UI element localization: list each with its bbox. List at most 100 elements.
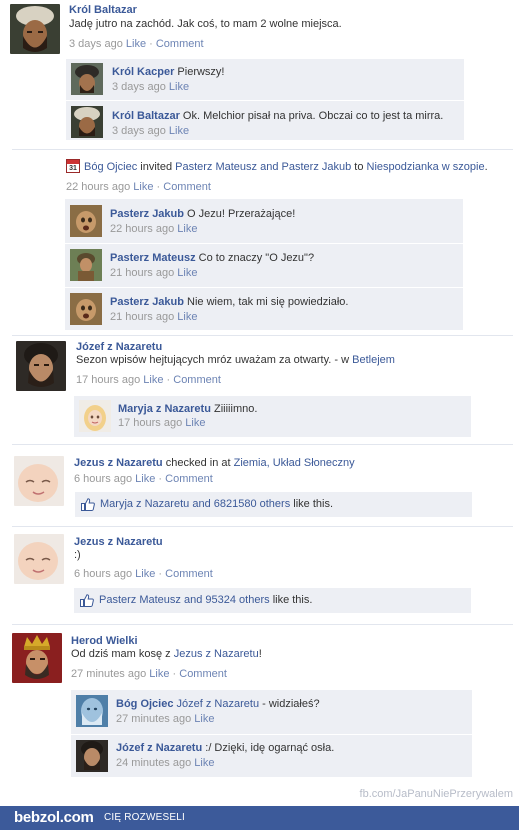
comment-text: Co to znaczy "O Jezu"?	[198, 252, 315, 264]
thumbs-up-icon	[81, 498, 95, 511]
likes-text: Maryja z Nazaretu and 6821580 others lik…	[100, 498, 333, 510]
comment-body: Józef z Nazaretu :/ Dzięki, idę ogarnąć …	[116, 741, 334, 755]
comment-meta: 3 days ago Like	[112, 124, 189, 138]
and-text: and	[260, 161, 279, 173]
comment-time[interactable]: 3 days ago	[112, 125, 166, 137]
post-author[interactable]: Jezus z Nazaretu	[74, 457, 163, 469]
post-time[interactable]: 6 hours ago	[74, 568, 132, 580]
comment-time[interactable]: 21 hours ago	[110, 267, 174, 279]
avatar-pasterz-mateusz[interactable]	[70, 249, 102, 281]
post-time[interactable]: 22 hours ago	[66, 181, 130, 193]
post-time[interactable]: 17 hours ago	[76, 374, 140, 386]
post-author[interactable]: Józef z Nazaretu	[76, 340, 162, 354]
avatar-krol-baltazar[interactable]	[10, 4, 60, 54]
avatar-jozef-z-nazaretu[interactable]	[76, 740, 108, 772]
comment-author[interactable]: Pasterz Mateusz	[110, 252, 196, 264]
footer-tagline: CIĘ ROZWESELI	[104, 812, 185, 823]
post-meta: 17 hours ago Like · Comment	[76, 374, 221, 386]
comment-time[interactable]: 3 days ago	[112, 81, 166, 93]
place-link[interactable]: Betlejem	[352, 354, 395, 366]
likes-others-link[interactable]: 95324 others	[205, 594, 269, 606]
avatar-krol-baltazar[interactable]	[71, 106, 103, 138]
comment-meta: 22 hours ago Like	[110, 222, 197, 236]
comment-author[interactable]: Józef z Nazaretu	[116, 742, 202, 754]
comment-link[interactable]: Comment	[165, 568, 213, 580]
post-author[interactable]: Jezus z Nazaretu	[74, 535, 163, 549]
likes-text: Pasterz Mateusz and 95324 others like th…	[99, 594, 312, 606]
post-author[interactable]: Herod Wielki	[71, 634, 138, 648]
comment-time[interactable]: 24 minutes ago	[116, 757, 191, 769]
comment-author[interactable]: Pasterz Jakub	[110, 208, 184, 220]
comment-like-link[interactable]: Like	[169, 81, 189, 93]
post-meta: 27 minutes ago Like · Comment	[71, 668, 227, 680]
comment-link[interactable]: Comment	[179, 668, 227, 680]
event-story: 31 Bóg Ojciec invited Pasterz Mateusz and…	[66, 159, 488, 174]
comment-divider	[66, 100, 464, 101]
comment-author[interactable]: Bóg Ojciec	[116, 698, 173, 710]
footer-logo[interactable]: bebzol.com	[14, 809, 94, 826]
comment-body: Maryja z Nazaretu Ziiiiimno.	[118, 402, 257, 416]
like-link[interactable]: Like	[149, 668, 169, 680]
comment-link[interactable]: Comment	[163, 181, 211, 193]
comment-author[interactable]: Pasterz Jakub	[110, 296, 184, 308]
post-separator	[12, 444, 513, 445]
actor-link[interactable]: Bóg Ojciec	[84, 161, 137, 173]
comment-like-link[interactable]: Like	[194, 757, 214, 769]
avatar-bog-ojciec[interactable]	[76, 695, 108, 727]
post-message: Jadę jutro na zachód. Jak coś, to mam 2 …	[69, 18, 342, 30]
likes-and-text: and	[183, 594, 203, 606]
like-link[interactable]: Like	[126, 38, 146, 50]
avatar-jezus-z-nazaretu[interactable]	[14, 534, 64, 584]
comment-author[interactable]: Maryja z Nazaretu	[118, 403, 211, 415]
comment-link[interactable]: Comment	[173, 374, 221, 386]
comment-text: Nie wiem, tak mi się powiedziało.	[187, 296, 349, 308]
comment-time[interactable]: 21 hours ago	[110, 311, 174, 323]
invitee-link[interactable]: Pasterz Jakub	[282, 161, 352, 173]
avatar-pasterz-jakub[interactable]	[70, 293, 102, 325]
likes-suffix: like this.	[272, 594, 313, 606]
like-link[interactable]: Like	[135, 473, 155, 485]
comment-like-link[interactable]: Like	[177, 267, 197, 279]
comment-body: Pasterz Mateusz Co to znaczy "O Jezu"?	[110, 251, 314, 265]
mention-link[interactable]: Jezus z Nazaretu	[174, 648, 259, 660]
avatar-jezus-z-nazaretu[interactable]	[14, 456, 64, 506]
comment-link[interactable]: Comment	[165, 473, 213, 485]
comment-like-link[interactable]: Like	[194, 713, 214, 725]
comment-like-link[interactable]: Like	[185, 417, 205, 429]
post-time[interactable]: 27 minutes ago	[71, 668, 146, 680]
place-link[interactable]: Ziemia, Układ Słoneczny	[234, 457, 355, 469]
likes-and-text: and	[192, 498, 211, 510]
avatar-jozef-z-nazaretu[interactable]	[16, 341, 66, 391]
comment-author[interactable]: Król Kacper	[112, 66, 174, 78]
like-link[interactable]: Like	[133, 181, 153, 193]
avatar-krol-kacper[interactable]	[71, 63, 103, 95]
like-link[interactable]: Like	[143, 374, 163, 386]
avatar-herod-wielki[interactable]	[12, 633, 62, 683]
comment-like-link[interactable]: Like	[177, 311, 197, 323]
comment-like-link[interactable]: Like	[169, 125, 189, 137]
liker-link[interactable]: Pasterz Mateusz	[99, 594, 181, 606]
comment-meta: 17 hours ago Like	[118, 416, 205, 430]
comment-time[interactable]: 17 hours ago	[118, 417, 182, 429]
avatar-pasterz-jakub[interactable]	[70, 205, 102, 237]
comment-author[interactable]: Król Baltazar	[112, 110, 180, 122]
post-time[interactable]: 3 days ago	[69, 38, 123, 50]
comment-text: Ziiiiimno.	[214, 403, 258, 415]
comment-divider	[65, 287, 463, 288]
post-time[interactable]: 6 hours ago	[74, 473, 132, 485]
event-link[interactable]: Niespodzianka w szopie	[367, 161, 485, 173]
comment-link[interactable]: Comment	[156, 38, 204, 50]
like-link[interactable]: Like	[135, 568, 155, 580]
liker-link[interactable]: Maryja z Nazaretu	[100, 498, 189, 510]
comment-text: O Jezu! Przerażające!	[187, 208, 296, 220]
comment-like-link[interactable]: Like	[177, 223, 197, 235]
mention-link[interactable]: Józef z Nazaretu	[177, 698, 260, 710]
comment-time[interactable]: 22 hours ago	[110, 223, 174, 235]
comment-meta: 27 minutes ago Like	[116, 712, 214, 726]
avatar-maryja-z-nazaretu[interactable]	[79, 400, 111, 432]
invitee-link[interactable]: Pasterz Mateusz	[175, 161, 257, 173]
message-text: Sezon wpisów hejtujących mróz uważam za …	[76, 354, 350, 366]
post-author[interactable]: Król Baltazar	[69, 3, 137, 17]
likes-others-link[interactable]: 6821580 others	[214, 498, 290, 510]
comment-time[interactable]: 27 minutes ago	[116, 713, 191, 725]
